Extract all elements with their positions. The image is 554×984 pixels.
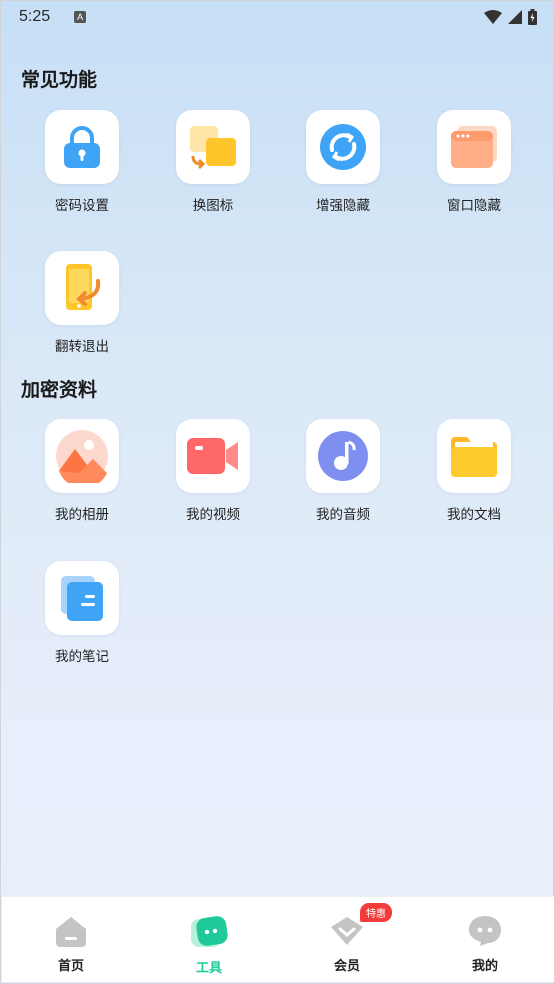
tab-label: 工具 [195, 961, 222, 976]
music-note-icon [318, 431, 368, 481]
item-my-video[interactable]: 我的视频 [153, 419, 273, 523]
item-my-documents[interactable]: 我的文档 [414, 419, 534, 523]
item-icon-box [45, 419, 119, 493]
notification-a-icon: A [74, 11, 87, 23]
tool-window-hide[interactable]: 窗口隐藏 [414, 110, 534, 214]
tab-label: 首页 [57, 959, 84, 974]
tab-profile[interactable]: 我的 [416, 897, 554, 982]
swap-icon [190, 126, 236, 170]
item-icon-box [437, 419, 511, 493]
tool-enhanced-hide[interactable]: 增强隐藏 [283, 110, 403, 214]
tool-password-settings[interactable]: 密码设置 [22, 110, 142, 214]
tool-label: 增强隐藏 [316, 198, 370, 214]
tool-label: 翻转退出 [55, 339, 109, 355]
status-time: 5:25 [19, 8, 51, 25]
signal-icon [508, 10, 522, 24]
item-label: 我的音频 [316, 507, 370, 523]
tab-tools[interactable]: 工具 [140, 897, 278, 982]
item-my-audio[interactable]: 我的音频 [283, 419, 403, 523]
tool-flip-exit[interactable]: 翻转退出 [22, 251, 142, 355]
item-icon-box [176, 419, 250, 493]
tab-home[interactable]: 首页 [2, 897, 140, 982]
battery-icon [528, 9, 537, 25]
tool-icon-box [45, 251, 119, 325]
home-icon [56, 917, 86, 947]
tools-icon [191, 916, 228, 947]
tool-label: 密码设置 [55, 198, 109, 214]
item-icon-box [45, 561, 119, 635]
folder-icon [451, 437, 497, 477]
tool-icon-box [176, 110, 250, 184]
sync-icon [320, 124, 366, 170]
item-label: 我的视频 [186, 507, 240, 523]
section-title-common: 常见功能 [21, 69, 98, 91]
item-icon-box [306, 419, 380, 493]
window-icon [451, 126, 497, 168]
profile-icon [469, 916, 501, 946]
tab-label: 会员 [333, 959, 360, 974]
wifi-icon [484, 10, 502, 24]
section-title-encrypted: 加密资料 [21, 379, 98, 401]
item-label: 我的笔记 [55, 649, 109, 665]
video-camera-icon [187, 438, 238, 474]
tool-label: 窗口隐藏 [447, 198, 501, 214]
promo-badge: 特惠 [360, 903, 392, 922]
tab-member[interactable]: 特惠 会员 [278, 897, 416, 982]
status-bar: 5:25 A [1, 1, 554, 33]
bottom-tab-bar: 首页 工具 特惠 会员 我的 [2, 896, 554, 982]
lock-icon [64, 126, 100, 168]
tab-label: 我的 [471, 959, 498, 974]
item-my-album[interactable]: 我的相册 [22, 419, 142, 523]
status-indicators [484, 9, 537, 25]
item-label: 我的文档 [447, 507, 501, 523]
item-label: 我的相册 [55, 507, 109, 523]
note-icon [61, 576, 103, 621]
tool-icon-box [306, 110, 380, 184]
tool-icon-box [45, 110, 119, 184]
phone-flip-icon [66, 264, 101, 310]
tool-label: 换图标 [192, 198, 234, 214]
item-my-notes[interactable]: 我的笔记 [22, 561, 142, 665]
album-icon [56, 430, 108, 483]
tool-change-icon[interactable]: 换图标 [153, 110, 273, 214]
tool-icon-box [437, 110, 511, 184]
